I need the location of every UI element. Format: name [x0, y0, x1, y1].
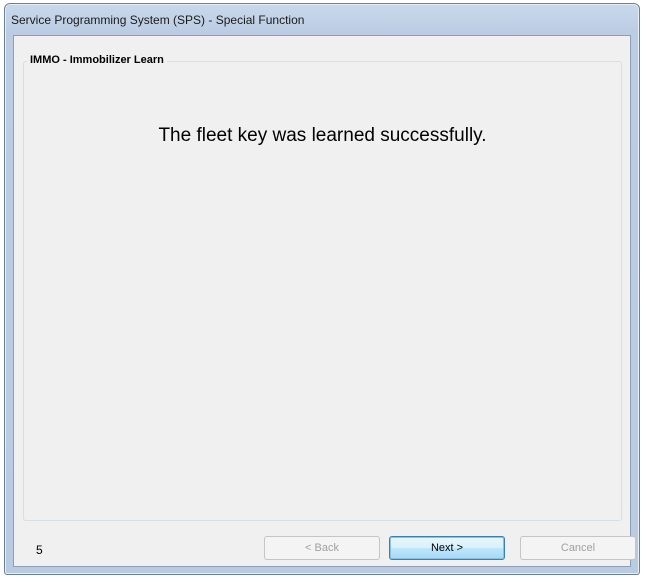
dialog-client-area: IMMO - Immobilizer Learn The fleet key w…	[13, 35, 636, 567]
cancel-button[interactable]: Cancel	[520, 536, 636, 560]
step-number: 5	[36, 543, 43, 557]
status-message: The fleet key was learned successfully.	[158, 125, 487, 146]
title-bar[interactable]: Service Programming System (SPS) - Speci…	[5, 4, 639, 35]
groupbox-title: IMMO - Immobilizer Learn	[27, 54, 167, 66]
next-button[interactable]: Next >	[389, 536, 505, 560]
sps-dialog-window: Service Programming System (SPS) - Speci…	[4, 3, 640, 575]
window-title: Service Programming System (SPS) - Speci…	[11, 13, 305, 27]
back-button[interactable]: < Back	[264, 536, 380, 560]
